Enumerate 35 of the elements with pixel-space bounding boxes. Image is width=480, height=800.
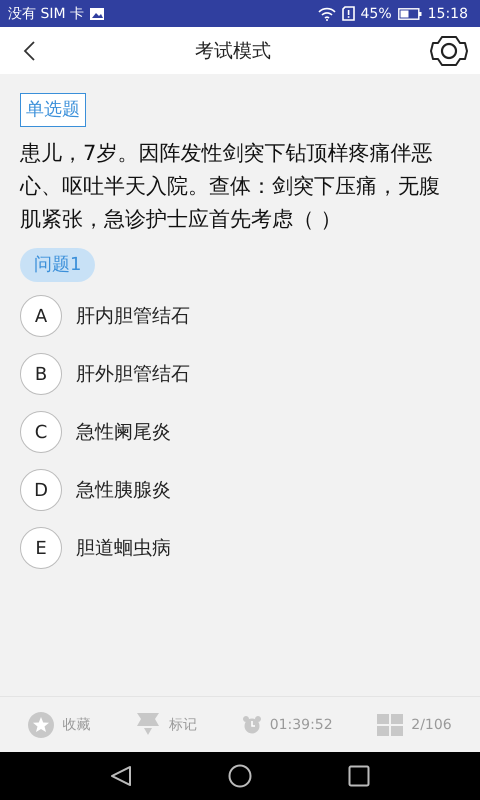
carrier-label: 没有 SIM 卡 — [8, 4, 84, 22]
option-text: 急性胰腺炎 — [76, 478, 171, 503]
answer-option[interactable]: D 急性胰腺炎 — [20, 469, 190, 511]
answer-option[interactable]: C 急性阑尾炎 — [20, 411, 190, 453]
clock: 15:18 — [428, 6, 468, 22]
answer-option[interactable]: A 肝内胆管结石 — [20, 295, 190, 337]
option-letter: A — [20, 295, 62, 337]
wifi-icon — [318, 6, 336, 20]
grid-icon — [377, 714, 404, 736]
option-text: 肝内胆管结石 — [76, 304, 190, 329]
question-number-chip: 问题1 — [20, 248, 96, 282]
answer-option[interactable]: B 肝外胆管结石 — [20, 353, 190, 395]
answer-option[interactable]: E 胆道蛔虫病 — [20, 527, 190, 569]
sim-icon — [342, 6, 355, 21]
page-title: 考试模式 — [195, 38, 271, 64]
option-letter: B — [20, 353, 62, 395]
question-text: 患儿，7岁。因阵发性剑突下钻顶样疼痛伴恶心、呕吐半天入院。查体：剑突下压痛，无腹肌紧张，急诊护士应首先考虑（ ） — [20, 140, 441, 233]
settings-button[interactable] — [430, 34, 468, 68]
option-letter: D — [20, 469, 62, 511]
option-letter: E — [20, 527, 62, 569]
nav-back-button[interactable] — [110, 765, 132, 787]
option-letter: C — [20, 411, 62, 453]
option-text: 肝外胆管结石 — [76, 362, 190, 387]
battery-icon — [398, 8, 422, 20]
pin-icon — [135, 712, 162, 736]
timer: 01:39:52 — [242, 714, 333, 734]
option-text: 胆道蛔虫病 — [76, 536, 171, 561]
question-type-tag: 单选题 — [20, 93, 86, 127]
alarm-clock-icon — [242, 714, 262, 734]
back-button[interactable] — [22, 40, 36, 62]
option-text: 急性阑尾炎 — [76, 420, 171, 445]
battery-percent: 45% — [360, 6, 392, 22]
nav-home-button[interactable] — [228, 764, 252, 788]
nav-recents-button[interactable] — [348, 765, 370, 787]
image-icon — [90, 8, 104, 20]
